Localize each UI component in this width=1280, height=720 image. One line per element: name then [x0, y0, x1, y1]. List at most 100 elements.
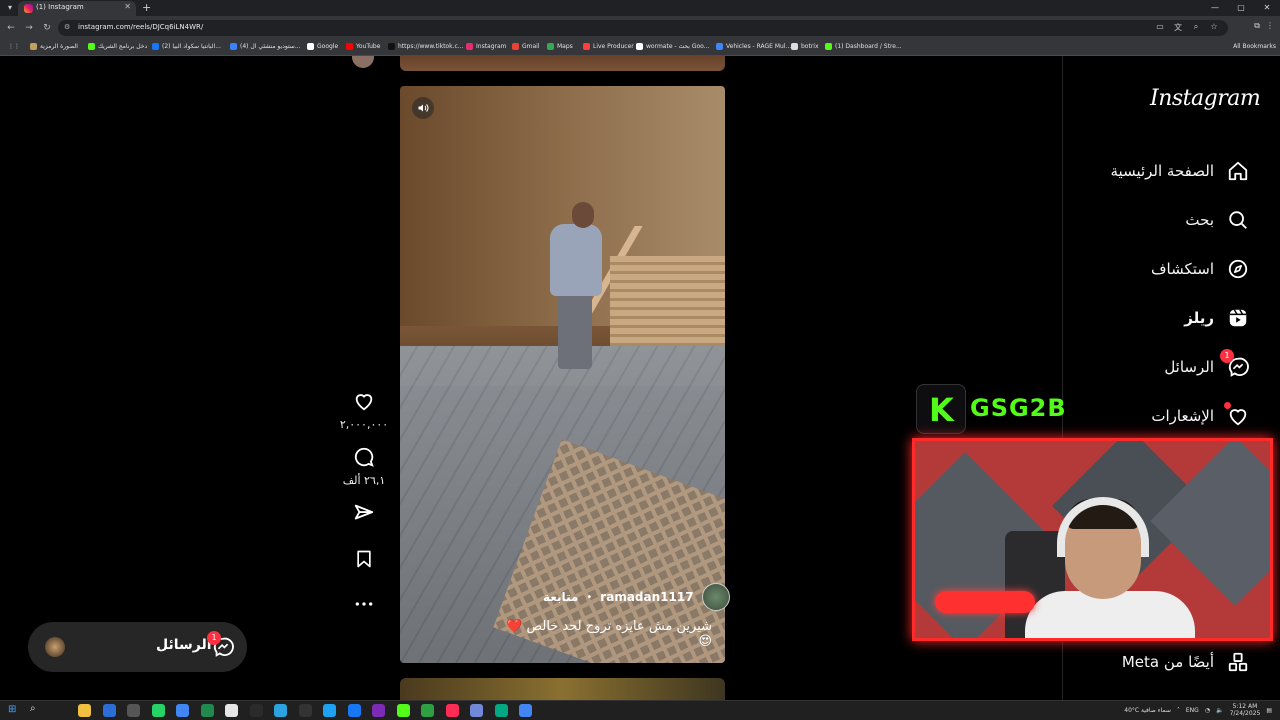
bookmark-item[interactable]: Maps — [547, 43, 573, 50]
bookmark-item[interactable]: دخل برنامج الشريك — [88, 43, 147, 50]
comment-action[interactable]: ٢٦,١ ألف — [334, 446, 394, 487]
comment-icon[interactable] — [353, 446, 375, 468]
bookmark-item[interactable]: Instagram — [466, 43, 507, 50]
share-action[interactable] — [334, 502, 394, 528]
bookmark-label: (4) ستوديو منشئي ال... — [240, 43, 301, 50]
bookmark-item[interactable]: (1) Dashboard / Stre... — [825, 43, 902, 50]
nav-item-explore[interactable]: استكشاف — [1151, 255, 1250, 283]
bookmark-item[interactable]: https://www.tiktok.c... — [388, 43, 464, 50]
weather-widget[interactable]: 40°C سماء صافية — [1124, 707, 1171, 714]
kick-app-icon[interactable] — [396, 704, 410, 717]
bookmark-item[interactable]: Vehicles - RAGE Mul... — [716, 43, 791, 50]
heart-icon — [1224, 402, 1250, 428]
app-icon[interactable] — [249, 704, 263, 717]
instagram-favicon-icon — [24, 4, 33, 13]
url-text[interactable]: instagram.com/reels/DJCq6iLN4WR/ — [78, 23, 203, 31]
channel-name: GSG2B — [970, 394, 1067, 422]
close-window-icon[interactable]: ✕ — [1254, 0, 1280, 16]
chrome-icon[interactable] — [176, 704, 189, 717]
telegram-icon[interactable] — [274, 704, 287, 717]
bookmark-favicon-icon — [346, 43, 353, 50]
bookmark-item[interactable]: الصورة الرمزية — [30, 43, 78, 50]
app-icon[interactable] — [421, 704, 434, 717]
windows-start-icon[interactable]: ⊞ — [8, 704, 16, 715]
xbox-icon[interactable] — [200, 704, 214, 717]
facebook-icon[interactable] — [347, 704, 361, 717]
file-explorer-icon[interactable] — [78, 704, 91, 717]
nav-item-home[interactable]: الصفحة الرئيسية — [1111, 157, 1251, 185]
bookmark-item[interactable]: (4) ستوديو منشئي ال... — [230, 43, 301, 50]
tiktok-icon[interactable] — [445, 704, 459, 717]
bookmark-label: Maps — [557, 43, 573, 50]
discord-icon[interactable] — [470, 704, 483, 717]
browser-tab[interactable]: (1) Instagram ✕ — [18, 1, 136, 16]
windows-taskbar: ⊞ ⌕ 40°C سماء صافية ˄ ENG ◔ 🔈 5:12 AM 7/… — [0, 700, 1280, 720]
follow-button[interactable]: متابعة — [543, 590, 578, 604]
nav-item-notifications[interactable]: الإشعارات — [1151, 402, 1250, 430]
bookmark-item[interactable]: wormate - بحث Goo... — [636, 43, 709, 50]
nav-item-reels[interactable]: ريلز — [1184, 304, 1250, 332]
app-icon[interactable] — [494, 704, 508, 717]
back-icon[interactable]: ← — [4, 21, 18, 35]
author-avatar[interactable] — [701, 583, 730, 611]
extensions-icon[interactable]: ⧉ — [1254, 21, 1260, 31]
maximize-icon[interactable]: ▢ — [1228, 0, 1254, 16]
bookmark-item[interactable]: (2) البانتيا سكواد البيا... — [152, 43, 221, 50]
language-indicator[interactable]: ENG — [1186, 707, 1199, 714]
site-info-icon[interactable]: ⚙ — [64, 23, 70, 31]
search-icon[interactable]: ⌕ — [30, 703, 36, 714]
new-tab-button[interactable]: + — [142, 1, 151, 14]
wifi-icon[interactable]: ◔ — [1205, 707, 1210, 714]
translate-icon[interactable]: 文 — [1172, 22, 1184, 33]
chrome-active-icon[interactable] — [519, 704, 532, 717]
address-bar[interactable]: ⚙ instagram.com/reels/DJCq6iLN4WR/ ▭ 文 ⌕… — [58, 20, 1228, 36]
close-tab-icon[interactable]: ✕ — [124, 2, 131, 11]
app-icon[interactable] — [298, 704, 312, 717]
previous-reel-avatar[interactable] — [352, 56, 374, 68]
menu-icon[interactable]: ⋮ — [1266, 21, 1274, 31]
next-reel[interactable] — [400, 678, 725, 700]
chevron-up-icon[interactable]: ˄ — [1177, 707, 1180, 714]
whatsapp-icon[interactable] — [151, 704, 165, 717]
skype-icon[interactable] — [323, 704, 336, 717]
author-username[interactable]: ramadan1117 — [600, 590, 693, 604]
premiere-icon[interactable] — [372, 704, 385, 717]
more-dots-icon[interactable] — [354, 599, 374, 609]
clock[interactable]: 5:12 AM 7/24/2025 — [1230, 703, 1261, 717]
mute-button[interactable] — [412, 97, 434, 119]
reload-icon[interactable]: ↻ — [40, 21, 54, 35]
tab-search-button[interactable]: ▾ — [4, 2, 16, 14]
volume-icon[interactable]: 🔈 — [1216, 707, 1223, 714]
save-action[interactable] — [334, 548, 394, 574]
nav-item-also-from-meta[interactable]: أيضًا من Meta — [1122, 648, 1250, 676]
previous-reel[interactable] — [400, 56, 725, 71]
minimize-icon[interactable]: — — [1202, 0, 1228, 16]
like-action[interactable]: ٢,٠٠٠,٠٠٠ — [334, 390, 394, 431]
cast-icon[interactable]: ▭ — [1154, 22, 1166, 33]
reel-video[interactable] — [400, 86, 725, 663]
messages-floating-badge: 1 — [207, 631, 221, 645]
notifications-icon[interactable]: ▤ — [1266, 707, 1272, 714]
forward-icon[interactable]: → — [22, 21, 36, 35]
nav-item-messages[interactable]: الرسائل 1 — [1164, 349, 1250, 381]
more-action[interactable] — [334, 594, 394, 613]
all-bookmarks-button[interactable]: All Bookmarks — [1233, 43, 1276, 50]
app-icon[interactable] — [127, 704, 140, 717]
heart-outline-icon[interactable] — [353, 390, 375, 412]
bookmark-icon[interactable] — [354, 548, 374, 570]
bookmark-star-icon[interactable]: ☆ — [1208, 22, 1220, 33]
bookmark-item[interactable]: botrix — [791, 43, 819, 50]
zoom-icon[interactable]: ⌕ — [1190, 22, 1202, 33]
instagram-logo[interactable]: Instagram — [1150, 86, 1261, 111]
bookmark-item[interactable]: YouTube — [346, 43, 380, 50]
apps-icon[interactable]: ⋮⋮ — [8, 43, 20, 50]
steam-icon[interactable] — [225, 704, 238, 717]
bookmark-item[interactable]: Gmail — [512, 43, 540, 50]
bookmark-item[interactable]: Live Producer — [583, 43, 634, 50]
bookmark-item[interactable]: Google — [307, 43, 338, 50]
bookmark-label: دخل برنامج الشريك — [98, 43, 148, 50]
nav-item-search[interactable]: بحث — [1185, 206, 1250, 234]
share-icon[interactable] — [353, 502, 375, 524]
reel-caption[interactable]: شيرين مش عايزه تروح لحد خالص ❤️😍 — [497, 619, 712, 649]
edge-icon[interactable] — [102, 704, 116, 717]
